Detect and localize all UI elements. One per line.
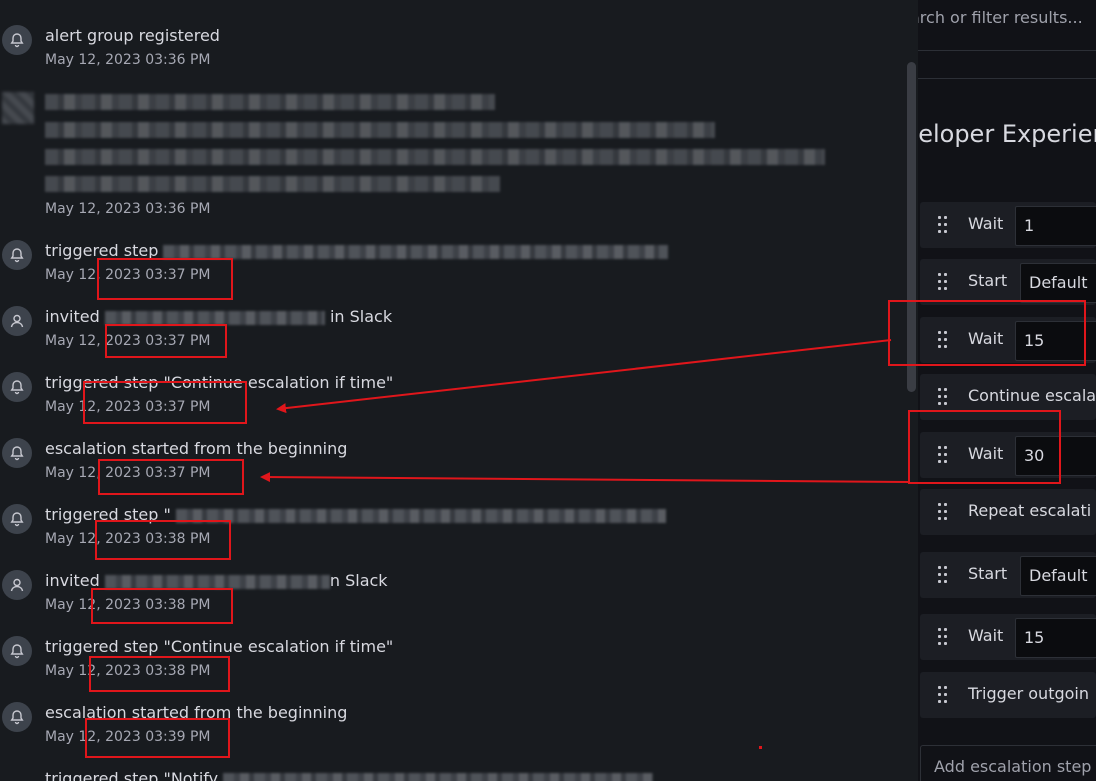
step-label: Wait <box>968 444 1004 463</box>
entry-title: invited in Slack <box>45 306 392 328</box>
entry-time: May 12, 2023 03:37 PM <box>45 333 211 349</box>
timeline-entry: triggered step "Notify <box>0 768 880 781</box>
step-label: Wait <box>968 329 1004 348</box>
escalation-step[interactable]: Wait 1 <box>920 202 1096 248</box>
entry-title: escalation started from the beginning <box>45 439 348 458</box>
wait-duration-input[interactable]: 15 <box>1015 321 1096 361</box>
escalation-step[interactable]: Repeat escalati <box>920 489 1096 535</box>
entry-title: triggered step " <box>45 504 666 526</box>
bell-icon <box>2 240 32 270</box>
entry-time: May 12, 2023 03:38 PM <box>45 531 211 547</box>
user-icon <box>2 570 32 600</box>
escalation-chain-panel: arch or filter results... veloper Experi… <box>918 0 1096 781</box>
timeline-entry: escalation started from the beginning Ma… <box>0 438 880 488</box>
schedule-select[interactable]: Default <box>1020 556 1096 596</box>
entry-time: May 12, 2023 03:38 PM <box>45 597 211 613</box>
alert-timeline: alert group registered May 12, 2023 03:3… <box>0 0 918 781</box>
entry-title-text: triggered step <box>45 241 159 260</box>
bell-icon <box>2 25 32 55</box>
redacted-text <box>45 176 500 192</box>
timeline-entry: triggered step "Continue escalation if t… <box>0 636 880 686</box>
entry-title: escalation started from the beginning <box>45 703 348 722</box>
step-label: Start <box>968 564 1008 583</box>
timeline-entry: May 12, 2023 03:36 PM <box>0 90 880 220</box>
drag-handle-icon[interactable] <box>938 566 950 584</box>
wait-duration-input[interactable]: 15 <box>1015 618 1096 658</box>
escalation-step[interactable]: Trigger outgoin <box>920 672 1096 718</box>
search-placeholder: arch or filter results... <box>918 8 1083 27</box>
wait-duration-input[interactable]: 30 <box>1015 436 1096 476</box>
redacted-email-link[interactable] <box>104 574 330 589</box>
escalation-step[interactable]: Wait 15 <box>920 317 1096 363</box>
entry-title: invited n Slack <box>45 570 388 592</box>
timeline-entry: triggered step May 12, 2023 03:37 PM <box>0 240 880 290</box>
search-input[interactable]: arch or filter results... <box>918 0 1096 51</box>
timeline-entry: invited n Slack May 12, 2023 03:38 PM <box>0 570 880 620</box>
entry-time: May 12, 2023 03:39 PM <box>45 729 211 745</box>
escalation-step[interactable]: Wait 15 <box>920 614 1096 660</box>
step-label: Start <box>968 271 1008 290</box>
drag-handle-icon[interactable] <box>938 628 950 646</box>
add-step-placeholder: Add escalation step <box>934 757 1092 776</box>
redacted-text <box>45 122 715 138</box>
timeline-entry: triggered step " May 12, 2023 03:38 PM <box>0 504 880 554</box>
bell-icon <box>2 702 32 732</box>
schedule-select[interactable]: Default <box>1020 263 1096 303</box>
entry-time: May 12, 2023 03:36 PM <box>45 201 211 217</box>
step-label: Trigger outgoin <box>968 684 1089 703</box>
drag-handle-icon[interactable] <box>938 503 950 521</box>
entry-time: May 12, 2023 03:37 PM <box>45 465 211 481</box>
entry-time: May 12, 2023 03:38 PM <box>45 663 211 679</box>
escalation-step[interactable]: Continue escala <box>920 374 1096 420</box>
timeline-entry: escalation started from the beginning Ma… <box>0 702 880 752</box>
redacted-text <box>45 149 825 165</box>
escalation-chain-title: veloper Experien <box>918 120 1096 148</box>
drag-handle-icon[interactable] <box>938 686 950 704</box>
drag-handle-icon[interactable] <box>938 446 950 464</box>
redacted-text <box>163 244 669 259</box>
timeline-entry: alert group registered May 12, 2023 03:3… <box>0 25 880 75</box>
redacted-text <box>175 508 666 523</box>
entry-title: alert group registered <box>45 26 220 45</box>
entry-title-suffix: n Slack <box>329 571 388 590</box>
user-icon <box>2 306 32 336</box>
redacted-avatar-icon <box>2 92 34 124</box>
add-escalation-step-select[interactable]: Add escalation step <box>920 745 1096 781</box>
entry-time: May 12, 2023 03:37 PM <box>45 399 211 415</box>
entry-title-text: triggered step " <box>45 505 171 524</box>
entry-title-text: triggered step "Notify <box>45 769 219 781</box>
entry-title-text: invited <box>45 307 100 326</box>
entry-title-text: invited <box>45 571 100 590</box>
escalation-step[interactable]: Start Default <box>920 552 1096 598</box>
step-label: Repeat escalati <box>968 501 1092 520</box>
divider <box>918 78 1096 79</box>
timeline-entry: invited in Slack May 12, 2023 03:37 PM <box>0 306 880 356</box>
redacted-email-link[interactable] <box>104 310 325 325</box>
timeline-entry: triggered step "Continue escalation if t… <box>0 372 880 422</box>
step-label: Wait <box>968 214 1004 233</box>
timeline-scrollbar[interactable] <box>907 62 916 392</box>
escalation-step[interactable]: Start Default <box>920 259 1096 305</box>
entry-title: triggered step "Continue escalation if t… <box>45 637 394 656</box>
redacted-text <box>45 94 495 110</box>
entry-time: May 12, 2023 03:37 PM <box>45 267 211 283</box>
entry-title: triggered step "Notify <box>45 768 654 781</box>
drag-handle-icon[interactable] <box>938 331 950 349</box>
step-label: Wait <box>968 626 1004 645</box>
drag-handle-icon[interactable] <box>938 388 950 406</box>
entry-title: triggered step "Continue escalation if t… <box>45 373 394 392</box>
drag-handle-icon[interactable] <box>938 273 950 291</box>
bell-icon <box>2 372 32 402</box>
escalation-step[interactable]: Wait 30 <box>920 432 1096 478</box>
bell-icon <box>2 636 32 666</box>
wait-duration-input[interactable]: 1 <box>1015 206 1096 246</box>
step-label: Continue escala <box>968 386 1096 405</box>
entry-title-suffix: in Slack <box>329 307 393 326</box>
drag-handle-icon[interactable] <box>938 216 950 234</box>
entry-title: triggered step <box>45 240 669 262</box>
redacted-text <box>223 772 654 781</box>
bell-icon <box>2 438 32 468</box>
bell-icon <box>2 504 32 534</box>
entry-time: May 12, 2023 03:36 PM <box>45 52 211 68</box>
